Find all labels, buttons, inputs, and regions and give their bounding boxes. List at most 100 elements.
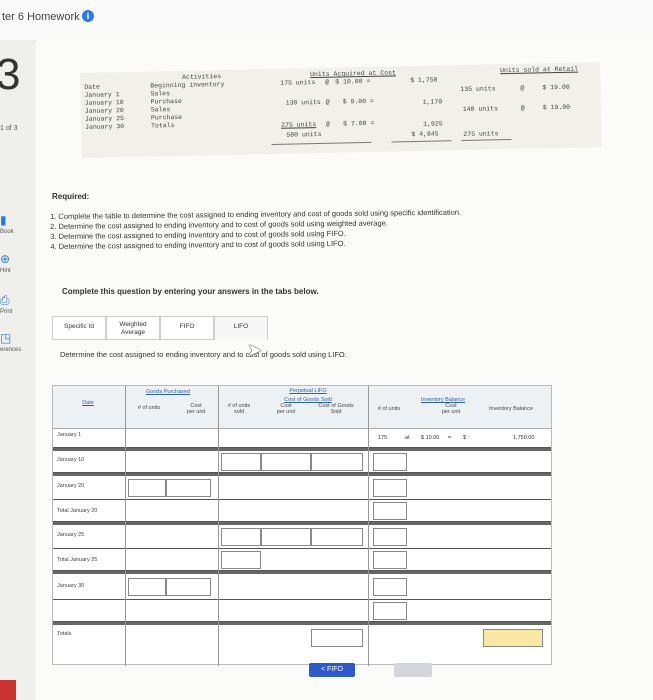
- bottom-red-tab[interactable]: [0, 680, 16, 700]
- info-icon[interactable]: i: [82, 10, 94, 22]
- jan25-cogs-input[interactable]: [311, 528, 363, 546]
- total-jan25-units-input[interactable]: [221, 551, 261, 569]
- given-data-table: Activities Units Acquired at Cost Units …: [80, 62, 602, 158]
- hint-icon[interactable]: ⊕: [0, 252, 14, 266]
- lifo-worksheet: Perpetual LIFO Goods Purchased Cost of G…: [52, 385, 552, 666]
- assignment-title: ter 6 Homework: [2, 11, 80, 23]
- acq-at-1: @: [325, 78, 330, 86]
- jan1-dollar: $: [463, 435, 467, 441]
- acq-cost-3: $ 7.00 =: [343, 119, 375, 128]
- table-row: Totals: [53, 625, 551, 655]
- row-label: Total January 25: [57, 557, 98, 563]
- jan1-units: 175: [378, 435, 388, 441]
- rail-references-label[interactable]: erences: [0, 347, 21, 353]
- jan20-cost-input[interactable]: [166, 479, 211, 497]
- goods-purchased-heading: Goods Purchased: [145, 389, 191, 395]
- jan25-cost-input[interactable]: [261, 528, 311, 546]
- perpetual-lifo-heading: Perpetual LIFO: [289, 388, 327, 394]
- acq-total-2: 1,170: [422, 98, 443, 106]
- sold-price-2: $ 19.00: [542, 103, 571, 112]
- rail-hint-label[interactable]: Hint: [0, 268, 11, 274]
- cost-per-unit-heading: Cost per unit: [186, 403, 206, 415]
- column-divider: [368, 386, 369, 666]
- acq-at-3: @: [326, 120, 331, 128]
- acq-units-2: 130 units: [285, 98, 321, 107]
- sold-at-2: @: [520, 104, 525, 112]
- sold-price-1: $ 19.00: [542, 83, 570, 92]
- cost-of-goods-sold-heading: Cost of Goods Sold: [318, 403, 354, 415]
- sold-units-2: 140 units: [462, 105, 499, 113]
- acq-units-1: 175 units: [280, 79, 316, 87]
- top-bar: ter 6 Homework i: [0, 0, 653, 41]
- book-icon[interactable]: ▮: [0, 213, 14, 227]
- inv-cost-per-unit-heading: Cost per unit: [441, 403, 461, 415]
- jan1-cost: $ 10.00: [421, 435, 440, 441]
- jan30-inv-units-2-input[interactable]: [373, 602, 407, 620]
- units-acquired-header: Units Acquired at Cost: [310, 69, 396, 79]
- acq-at-2: @: [325, 98, 330, 106]
- column-divider: [218, 386, 219, 666]
- prev-fifo-button[interactable]: < FIFO: [309, 663, 355, 677]
- jan10-units-sold-input[interactable]: [221, 453, 261, 471]
- jan25-units-sold-input[interactable]: [221, 528, 261, 546]
- table-row: Total January 20: [53, 500, 551, 522]
- next-button[interactable]: LIFO >: [394, 663, 432, 677]
- rail-book-label[interactable]: Book: [0, 229, 14, 235]
- row-label: January 10: [57, 457, 85, 463]
- row-label: January 1: [57, 432, 82, 438]
- acq-units-total: 580 units: [286, 130, 322, 139]
- jan1-balance: 1,750.00: [513, 435, 535, 441]
- total-jan25-inv-input[interactable]: [373, 551, 407, 569]
- tab-fifo[interactable]: FIFO: [160, 316, 214, 340]
- given-underline-2: [391, 140, 452, 143]
- activities-header: Activities: [182, 73, 222, 81]
- jan20-inv-units-input[interactable]: [373, 479, 407, 497]
- tab-specific-id[interactable]: Specific Id: [52, 316, 106, 340]
- table-row: January 25: [53, 525, 551, 549]
- given-underline-1: [271, 141, 372, 146]
- sold-units-total: 275 units: [463, 130, 499, 138]
- acq-total-total: $ 4,845: [411, 130, 439, 139]
- cogs-cost-per-unit-heading: Cost per unit: [276, 403, 296, 415]
- totals-cogs-input[interactable]: [311, 629, 363, 647]
- tab-weighted-average[interactable]: Weighted Average: [106, 316, 160, 340]
- row-label: January 20: [57, 483, 85, 489]
- acq-total-1: $ 1,750: [410, 76, 438, 85]
- sold-at-1: @: [520, 84, 525, 92]
- rail-print-label[interactable]: Print: [0, 309, 12, 315]
- jan10-inv-units-input[interactable]: [373, 453, 407, 471]
- column-divider: [125, 386, 126, 666]
- units-sold-header: Units sold at Retail: [499, 65, 579, 75]
- jan25-inv-units-input[interactable]: [373, 528, 407, 546]
- table-row: January 20: [53, 476, 551, 500]
- references-icon[interactable]: ◳: [0, 331, 14, 345]
- table-row: January 1 175 at $ 10.00 = $ 1,750.00: [53, 428, 551, 448]
- totals-ending-inventory-input[interactable]: [483, 629, 543, 647]
- row-label: January 30: [57, 583, 85, 589]
- jan10-cost-input[interactable]: [261, 453, 311, 471]
- sold-units-1: 135 units: [460, 85, 496, 94]
- jan30-inv-units-input[interactable]: [373, 578, 407, 596]
- total-jan20-units-input[interactable]: [373, 502, 407, 520]
- table-row: January 30: [53, 574, 551, 600]
- units-sold-heading: # of units sold: [227, 403, 251, 415]
- jan10-cogs-input[interactable]: [311, 453, 363, 471]
- activity-column: Beginning inventory Sales Purchase Sales…: [150, 80, 225, 130]
- table-row: [53, 600, 551, 622]
- row-label: January 25: [57, 532, 85, 538]
- acq-units-3: 275 units: [281, 121, 317, 129]
- print-icon[interactable]: ⎙: [0, 293, 14, 307]
- complete-instructions: Complete this question by entering your …: [62, 287, 319, 296]
- jan30-cost-input[interactable]: [166, 578, 211, 596]
- table-row: Total January 25: [53, 549, 551, 571]
- row-label: Totals: [57, 631, 72, 637]
- inv-units-heading: # of units: [377, 406, 401, 412]
- acq-cost-2: $ 9.00 =: [342, 97, 374, 106]
- inventory-balance-col-heading: Inventory Balance: [488, 406, 534, 412]
- acq-total-3: 1,925: [423, 120, 443, 128]
- mouse-cursor-icon: ➤: [247, 340, 263, 360]
- jan1-equals: =: [448, 435, 452, 441]
- tab-lifo[interactable]: LIFO: [214, 316, 268, 340]
- jan30-units-input[interactable]: [128, 578, 166, 596]
- jan20-units-input[interactable]: [128, 479, 166, 497]
